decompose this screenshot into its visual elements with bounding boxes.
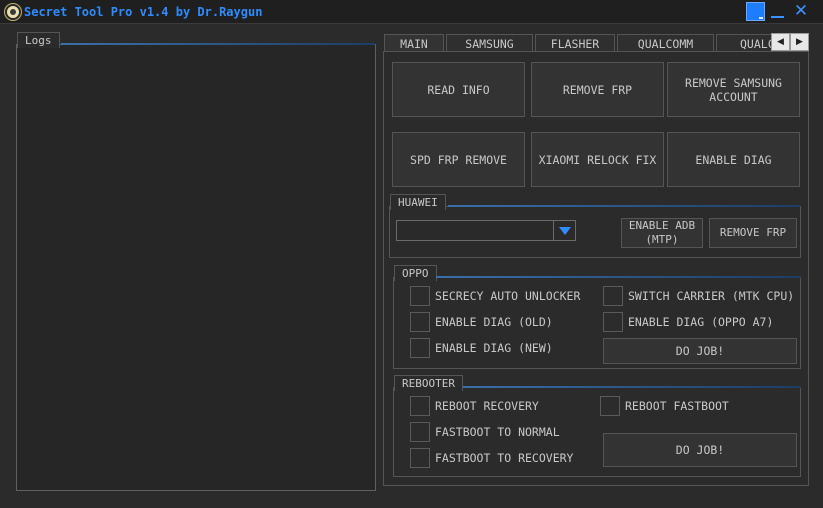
- huawei-remove-frp-button[interactable]: REMOVE FRP: [709, 218, 797, 248]
- rebooter-group-label: REBOOTER: [394, 375, 463, 391]
- oppo-group-label: OPPO: [394, 265, 437, 281]
- enable-diag-button[interactable]: ENABLE DIAG: [667, 132, 800, 187]
- switch-carrier-option[interactable]: SWITCH CARRIER (MTK CPU): [603, 286, 794, 306]
- tab-scroll-left-button[interactable]: ◀: [771, 33, 790, 51]
- huawei-header-line: [448, 205, 800, 207]
- enable-diag-new-label: ENABLE DIAG (NEW): [435, 341, 553, 355]
- oppo-header-line: [436, 276, 801, 278]
- tab-main[interactable]: MAIN: [384, 34, 444, 52]
- secrecy-auto-unlocker-checkbox[interactable]: [410, 286, 430, 306]
- fastboot-to-recovery-checkbox[interactable]: [410, 448, 430, 468]
- oppo-do-job-button[interactable]: DO JOB!: [603, 338, 797, 364]
- title-bar: Secret Tool Pro v1.4 by Dr.Raygun ✕: [0, 0, 823, 24]
- reboot-fastboot-option[interactable]: REBOOT FASTBOOT: [600, 396, 729, 416]
- close-button[interactable]: ✕: [790, 1, 812, 21]
- reboot-recovery-checkbox[interactable]: [410, 396, 430, 416]
- chevron-down-icon[interactable]: [553, 221, 575, 240]
- switch-carrier-label: SWITCH CARRIER (MTK CPU): [628, 289, 795, 303]
- enable-diag-old-label: ENABLE DIAG (OLD): [435, 315, 553, 329]
- tab-scroll-right-button[interactable]: ▶: [790, 33, 809, 51]
- fastboot-to-recovery-option[interactable]: FASTBOOT TO RECOVERY: [410, 448, 573, 468]
- enable-diag-old-checkbox[interactable]: [410, 312, 430, 332]
- enable-diag-old-option[interactable]: ENABLE DIAG (OLD): [410, 312, 553, 332]
- enable-diag-oppo-a7-label: ENABLE DIAG (OPPO A7): [628, 315, 774, 329]
- secrecy-auto-unlocker-option[interactable]: SECRECY AUTO UNLOCKER: [410, 286, 580, 306]
- remove-frp-button[interactable]: REMOVE FRP: [531, 62, 664, 117]
- window-title: Secret Tool Pro v1.4 by Dr.Raygun: [24, 5, 263, 19]
- theme-color-button[interactable]: [746, 2, 765, 21]
- enable-diag-oppo-a7-checkbox[interactable]: [603, 312, 623, 332]
- fastboot-to-normal-option[interactable]: FASTBOOT TO NORMAL: [410, 422, 560, 442]
- switch-carrier-checkbox[interactable]: [603, 286, 623, 306]
- secrecy-auto-unlocker-label: SECRECY AUTO UNLOCKER: [435, 289, 581, 303]
- rebooter-header-line: [463, 386, 801, 388]
- rebooter-do-job-button[interactable]: DO JOB!: [603, 433, 797, 467]
- app-icon: [5, 4, 21, 20]
- fastboot-to-normal-label: FASTBOOT TO NORMAL: [435, 425, 560, 439]
- huawei-group-label: HUAWEI: [390, 194, 446, 210]
- huawei-model-select[interactable]: [396, 220, 576, 241]
- reboot-recovery-label: REBOOT RECOVERY: [435, 399, 539, 413]
- spd-frp-remove-button[interactable]: SPD FRP REMOVE: [392, 132, 525, 187]
- reboot-fastboot-checkbox[interactable]: [600, 396, 620, 416]
- logs-label: Logs: [17, 32, 60, 48]
- logs-header-line: [61, 43, 375, 45]
- reboot-recovery-option[interactable]: REBOOT RECOVERY: [410, 396, 539, 416]
- fastboot-to-recovery-label: FASTBOOT TO RECOVERY: [435, 451, 574, 465]
- logs-panel[interactable]: [16, 44, 376, 491]
- enable-diag-oppo-a7-option[interactable]: ENABLE DIAG (OPPO A7): [603, 312, 773, 332]
- enable-diag-new-option[interactable]: ENABLE DIAG (NEW): [410, 338, 553, 358]
- xiaomi-relock-fix-button[interactable]: XIAOMI RELOCK FIX: [531, 132, 664, 187]
- fastboot-to-normal-checkbox[interactable]: [410, 422, 430, 442]
- enable-diag-new-checkbox[interactable]: [410, 338, 430, 358]
- minimize-button[interactable]: [769, 2, 787, 21]
- remove-samsung-account-button[interactable]: REMOVE SAMSUNG ACCOUNT: [667, 62, 800, 117]
- read-info-button[interactable]: READ INFO: [392, 62, 525, 117]
- enable-adb-mtp-button[interactable]: ENABLE ADB (MTP): [621, 218, 703, 248]
- reboot-fastboot-label: REBOOT FASTBOOT: [625, 399, 729, 413]
